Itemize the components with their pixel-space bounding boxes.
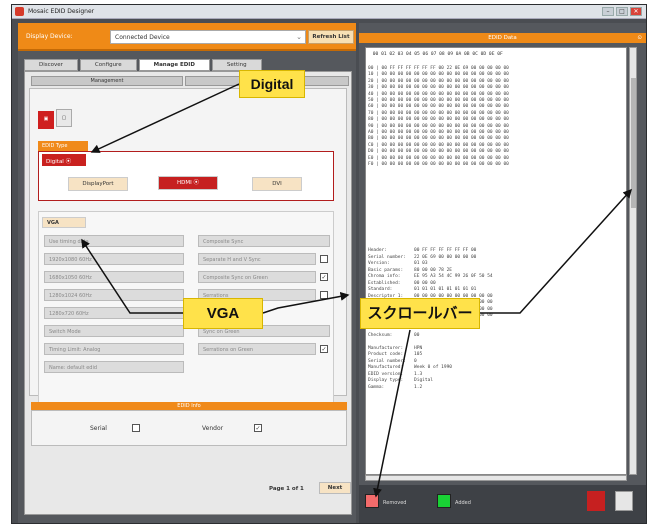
- edid-data-header: EDID Data ⊙: [359, 33, 646, 43]
- checkbox[interactable]: ✓: [320, 273, 328, 281]
- vga-row[interactable]: 1920x1080 60Hz: [44, 253, 184, 265]
- right-pane: EDID Data ⊙ 00 01 02 03 04 05 06 07 08 0…: [359, 23, 646, 523]
- sync-row[interactable]: Composite Sync: [198, 235, 330, 247]
- title-bar: Mosaic EDID Designer – □ ✕: [12, 5, 646, 19]
- removed-label: Removed: [383, 500, 407, 506]
- horizontal-scrollbar[interactable]: [365, 475, 627, 481]
- toggle-on-icon: ⦿: [65, 159, 72, 165]
- dvi-option[interactable]: DVI: [252, 177, 302, 191]
- hex-dump: 00 | 00 FF FF FF FF FF FF 00 22 0E 69 00…: [368, 66, 509, 169]
- edid-slot-1-button[interactable]: ▣: [38, 111, 54, 129]
- edid-info-box: Serial Vendor ✓: [31, 410, 347, 446]
- decode-line: Chroma info: EE 95 A3 54 4C 99 26 0F 50 …: [368, 274, 493, 279]
- edid-data-title: EDID Data: [488, 35, 517, 41]
- chevron-down-icon: ⌄: [296, 33, 302, 41]
- digital-toggle-label: Digital: [46, 159, 64, 165]
- vendor-field-label: Vendor: [202, 425, 224, 432]
- device-select-value: Connected Device: [115, 34, 170, 41]
- sync-row: Composite Sync on Green: [198, 271, 316, 283]
- vga-row[interactable]: Timing Limit: Analog: [44, 343, 184, 355]
- hex-row: D0 | 00 00 00 00 00 00 00 00 00 00 00 00…: [368, 149, 509, 155]
- pin-icon[interactable]: ⊙: [637, 33, 642, 43]
- hex-row: 30 | 00 00 00 00 00 00 00 00 00 00 00 00…: [368, 85, 509, 91]
- checkbox[interactable]: ✓: [254, 424, 262, 432]
- vga-row[interactable]: 1280x720 60Hz: [44, 307, 184, 319]
- sync-row: Separate H and V Sync: [198, 253, 316, 265]
- device-select[interactable]: Connected Device ⌄: [110, 30, 306, 44]
- decode-line: Header: 00 FF FF FF FF FF FF 00: [368, 248, 477, 253]
- page-indicator: Page 1 of 1: [269, 486, 304, 492]
- hdmi-option-label: HDMI: [177, 180, 192, 186]
- app-icon: [15, 7, 24, 16]
- digital-toggle[interactable]: Digital ⦿: [42, 154, 86, 166]
- decode-line: Standard: 01 01 01 01 01 01 01 01: [368, 287, 477, 292]
- vga-row[interactable]: Switch Mode: [44, 325, 184, 337]
- left-pane: Display Device: Connected Device ⌄ Refre…: [18, 23, 356, 523]
- maximize-button[interactable]: □: [616, 7, 628, 16]
- export-icon[interactable]: [587, 491, 605, 511]
- hex-row: 80 | 00 00 00 00 00 00 00 00 00 00 00 00…: [368, 117, 509, 123]
- save-icon[interactable]: [615, 491, 633, 511]
- checkbox[interactable]: [132, 424, 140, 432]
- vga-row[interactable]: 1280x1024 60Hz: [44, 289, 184, 301]
- added-label: Added: [455, 500, 471, 506]
- tab-manage-edid[interactable]: Manage EDID: [138, 59, 210, 71]
- refresh-list-button[interactable]: Refresh List: [308, 30, 354, 44]
- manage-edid-panel: Management ▣ ▢ EDID Type Digital ⦿ Displ…: [24, 71, 352, 515]
- minimize-button[interactable]: –: [602, 7, 614, 16]
- hex-column-header: 00 01 02 03 04 05 06 07 08 09 0A 0B 0C 0…: [370, 52, 503, 57]
- added-indicator: [437, 494, 451, 508]
- hex-row: F0 | 00 00 00 00 00 00 00 00 00 00 00 00…: [368, 162, 509, 168]
- hex-row: 60 | 00 00 00 00 00 00 00 00 00 00 00 00…: [368, 104, 509, 110]
- close-button[interactable]: ✕: [630, 7, 642, 16]
- hdmi-option[interactable]: HDMI ⦿: [158, 176, 218, 190]
- callout-digital: Digital: [239, 70, 305, 98]
- checkbox[interactable]: ✓: [320, 345, 328, 353]
- device-label: Display Device:: [26, 33, 73, 40]
- next-button[interactable]: Next: [319, 482, 351, 494]
- sync-row: Serrations on Green: [198, 343, 316, 355]
- tab-discover[interactable]: Discover: [24, 59, 78, 71]
- callout-vga: VGA: [183, 298, 263, 329]
- app-window: Mosaic EDID Designer – □ ✕ Display Devic…: [11, 4, 647, 524]
- edid-type-label: EDID Type: [38, 141, 88, 151]
- decode-line: Gamma: 1.2: [368, 384, 423, 390]
- vga-row[interactable]: Use timing data: [44, 235, 184, 247]
- edid-editor-box: ▣ ▢ EDID Type Digital ⦿ DisplayPort HDMI…: [29, 88, 347, 411]
- vga-toggle[interactable]: VGA: [42, 217, 86, 228]
- checkbox[interactable]: [320, 255, 328, 263]
- serial-field-label: Serial: [90, 425, 107, 432]
- removed-indicator: [365, 494, 379, 508]
- checkbox[interactable]: [320, 291, 328, 299]
- window-controls: – □ ✕: [602, 7, 642, 16]
- tab-configure[interactable]: Configure: [79, 59, 137, 71]
- callout-scrollbar: スクロールバー: [360, 298, 480, 329]
- edid-info-bar: EDID Info: [31, 402, 347, 410]
- hex-row: 10 | 00 00 00 00 00 00 00 00 00 00 00 00…: [368, 72, 509, 78]
- vertical-scrollbar[interactable]: [629, 47, 637, 475]
- edid-slot-2-button[interactable]: ▢: [56, 109, 72, 127]
- tab-strip: Discover Configure Manage EDID Setting: [24, 59, 262, 71]
- window-title: Mosaic EDID Designer: [28, 8, 95, 15]
- status-bar: Removed Added: [359, 485, 646, 523]
- management-header: Management: [31, 76, 183, 86]
- hex-row: B0 | 00 00 00 00 00 00 00 00 00 00 00 00…: [368, 136, 509, 142]
- device-toolbar: Display Device: Connected Device ⌄ Refre…: [18, 23, 356, 51]
- vga-row[interactable]: Name: default edid: [44, 361, 184, 373]
- scrollbar-thumb[interactable]: [631, 78, 636, 208]
- screenshot-frame: Mosaic EDID Designer – □ ✕ Display Devic…: [0, 0, 659, 529]
- displayport-option[interactable]: DisplayPort: [68, 177, 128, 191]
- edid-hex-view[interactable]: 00 01 02 03 04 05 06 07 08 09 0A 0B 0C 0…: [365, 47, 627, 475]
- vga-row[interactable]: 1680x1050 60Hz: [44, 271, 184, 283]
